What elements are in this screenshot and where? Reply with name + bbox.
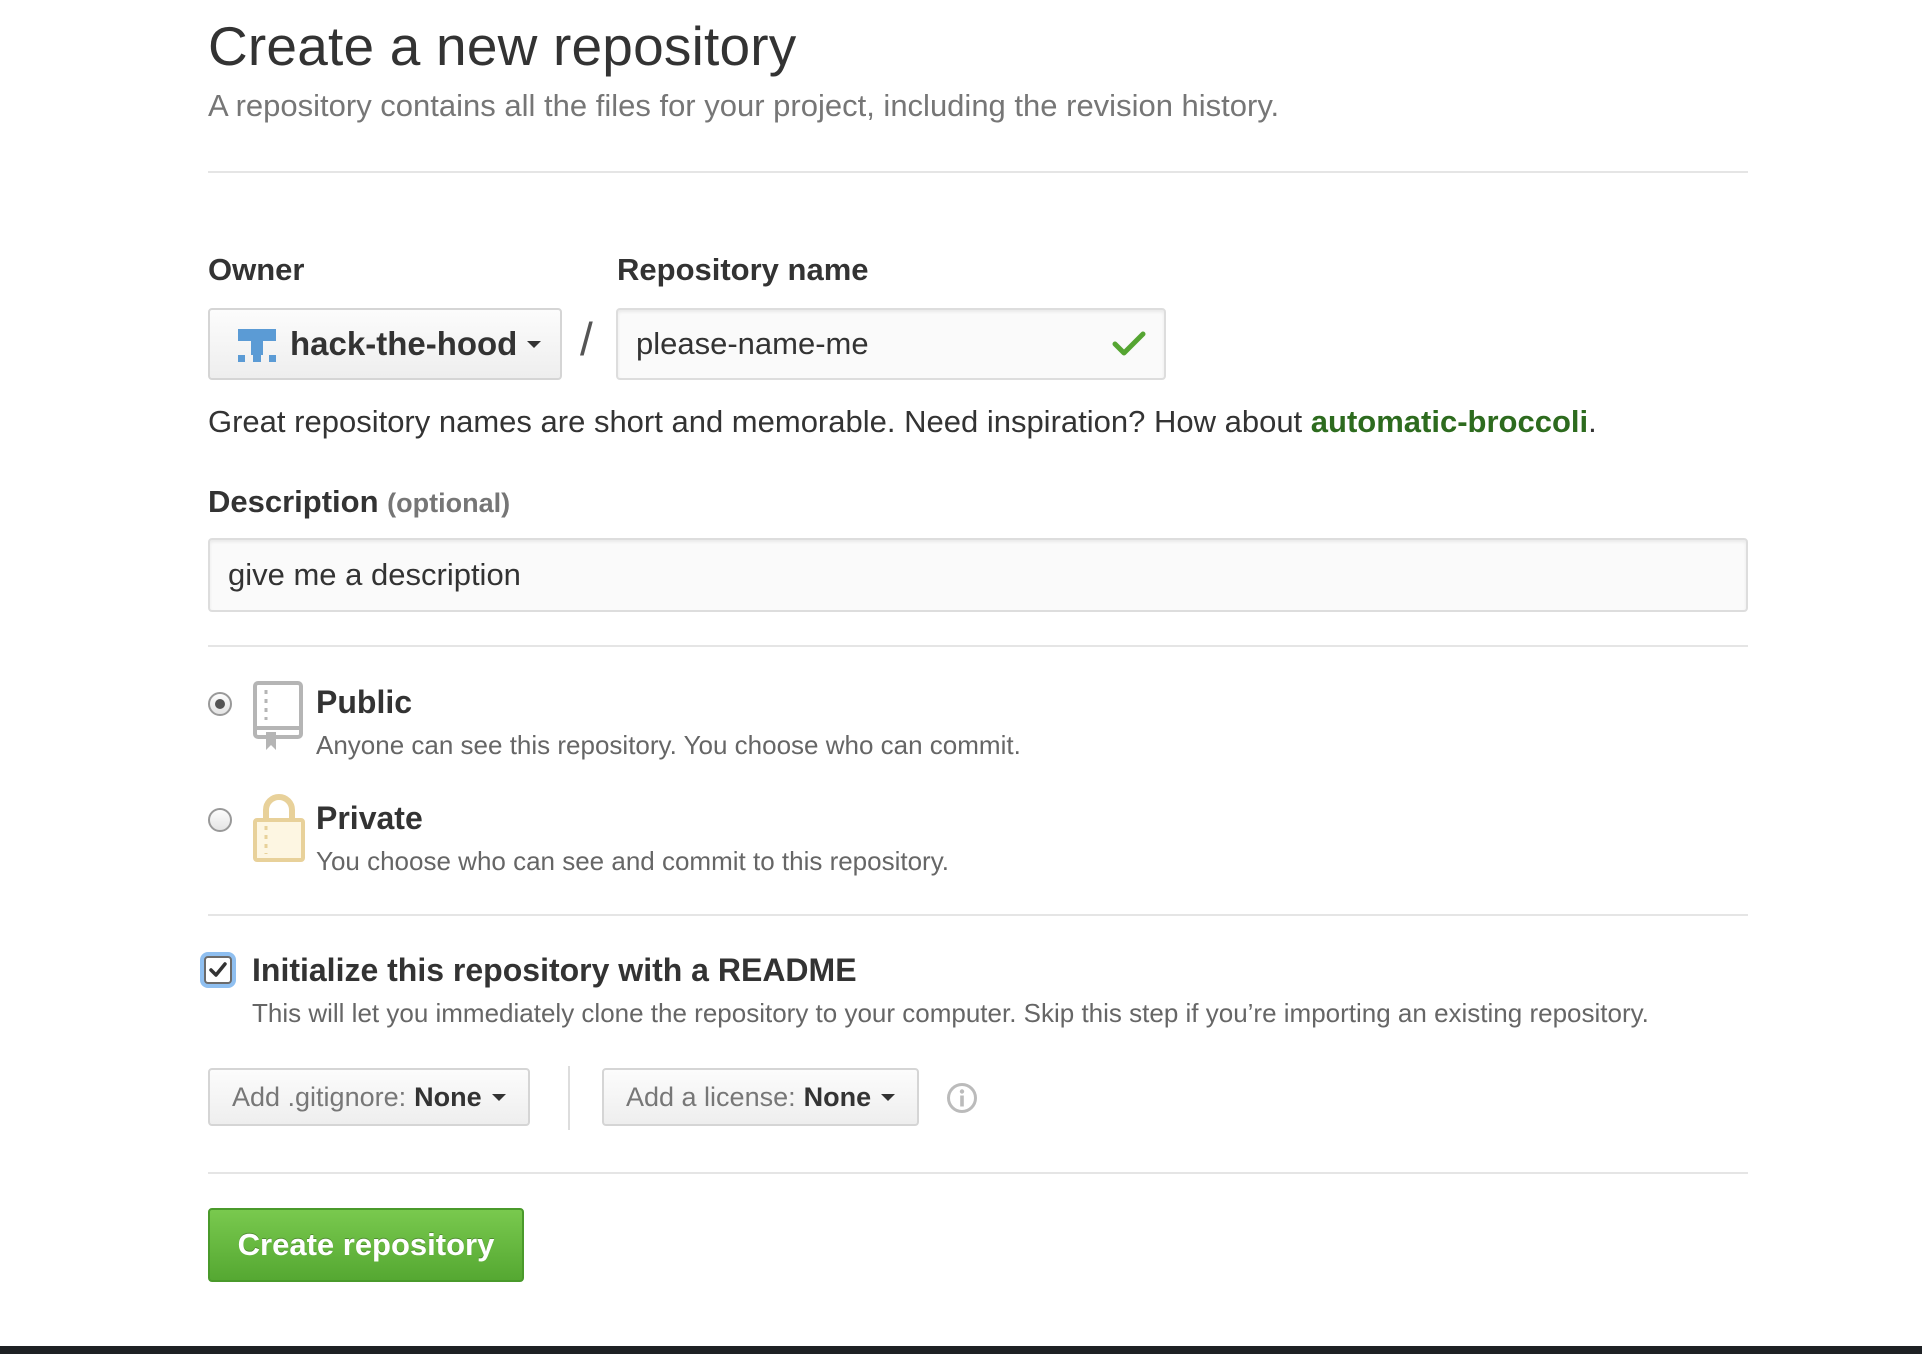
optional-label: (optional) — [387, 488, 511, 518]
create-repository-button[interactable]: Create repository — [208, 1208, 524, 1282]
license-label: Add a license: — [626, 1081, 796, 1112]
info-icon[interactable] — [946, 1082, 978, 1114]
owner-name: hack-the-hood — [290, 325, 518, 362]
checkbox-check-icon — [209, 962, 227, 977]
public-description: Anyone can see this repository. You choo… — [316, 730, 1021, 760]
header-divider — [208, 171, 1748, 173]
repo-name-input[interactable] — [616, 308, 1166, 380]
gitignore-value: None — [414, 1081, 482, 1112]
page: Create a new repository A repository con… — [0, 0, 1922, 1354]
page-subtitle: A repository contains all the files for … — [208, 88, 1280, 123]
desktop-background-strip — [0, 1346, 1922, 1354]
chevron-down-icon — [527, 340, 542, 348]
section-divider — [208, 1172, 1748, 1174]
dropdown-separator — [568, 1066, 570, 1130]
license-value: None — [803, 1081, 872, 1112]
readme-description: This will let you immediately clone the … — [252, 998, 1649, 1028]
gitignore-dropdown[interactable]: Add .gitignore: None — [208, 1068, 530, 1126]
description-label-text: Description — [208, 484, 379, 519]
hint-text: Great repository names are short and mem… — [208, 404, 1311, 439]
owner-label: Owner — [208, 252, 305, 287]
gitignore-label: Add .gitignore: — [232, 1081, 407, 1112]
public-title: Public — [316, 684, 413, 720]
section-divider — [208, 645, 1748, 647]
section-divider — [208, 914, 1748, 916]
page-title: Create a new repository — [208, 15, 797, 77]
description-label: Description (optional) — [208, 484, 510, 520]
description-input[interactable] — [208, 538, 1748, 612]
repo-name-hint: Great repository names are short and mem… — [208, 404, 1597, 440]
owner-repo-separator: / — [580, 313, 593, 365]
private-radio[interactable] — [208, 808, 232, 832]
checkmark-icon — [1112, 331, 1146, 356]
suggested-name-link[interactable]: automatic-broccoli — [1311, 404, 1588, 439]
owner-select[interactable]: hack-the-hood — [208, 308, 562, 380]
readme-title: Initialize this repository with a README — [252, 952, 857, 988]
hint-suffix: . — [1588, 404, 1597, 439]
chevron-down-icon — [881, 1093, 896, 1101]
chevron-down-icon — [491, 1093, 506, 1101]
org-avatar-icon — [238, 325, 276, 363]
readme-checkbox[interactable] — [204, 956, 232, 984]
lock-icon — [253, 794, 305, 862]
private-title: Private — [316, 800, 423, 836]
public-radio[interactable] — [208, 692, 232, 716]
private-description: You choose who can see and commit to thi… — [316, 846, 950, 876]
repo-name-label: Repository name — [617, 252, 869, 287]
license-dropdown[interactable]: Add a license: None — [602, 1068, 920, 1126]
repo-book-icon — [253, 681, 303, 750]
